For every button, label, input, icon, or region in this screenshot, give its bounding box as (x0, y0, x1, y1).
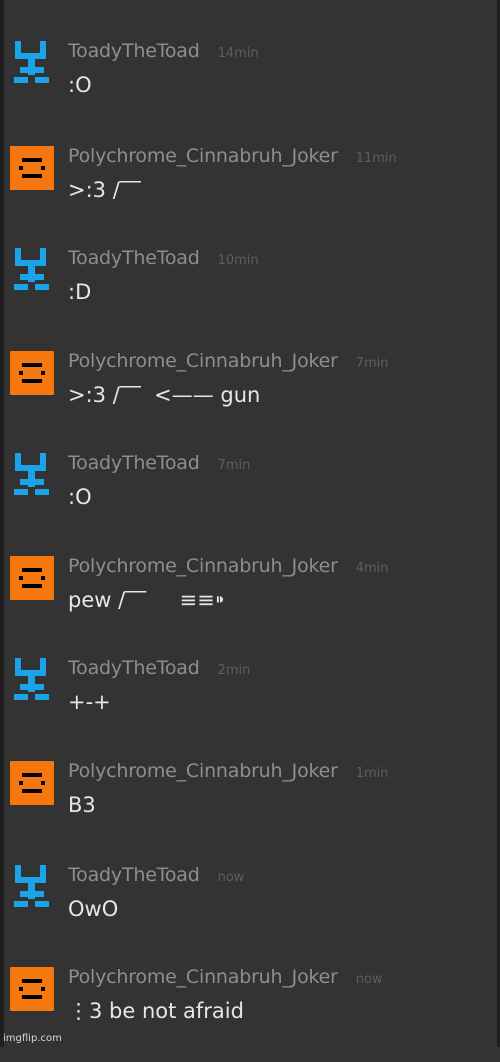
toad-avatar-icon[interactable] (10, 41, 54, 85)
timestamp: 11min (355, 151, 397, 166)
chat-message: ToadyTheToad 2min +-+ (0, 657, 500, 753)
username[interactable]: ToadyTheToad (68, 864, 200, 886)
message-text: +-+ (68, 690, 111, 714)
timestamp: 10min (217, 253, 259, 268)
joker-avatar-icon[interactable] (10, 556, 54, 600)
message-header: ToadyTheToad 14min (68, 40, 259, 64)
chat-message: Polychrome_Cinnabruh_Joker now ⋮3 be not a… (0, 966, 500, 1062)
chat-message: Polychrome_Cinnabruh_Joker 1min B3 (0, 760, 500, 856)
timestamp: 2min (217, 663, 251, 678)
message-header: Polychrome_Cinnabruh_Joker 4min (68, 555, 389, 579)
chat-message: Polychrome_Cinnabruh_Joker 4min pew /‾‾ ≡≡… (0, 555, 500, 651)
username[interactable]: Polychrome_Cinnabruh_Joker (68, 145, 338, 167)
timestamp: 14min (217, 46, 259, 61)
message-header: Polychrome_Cinnabruh_Joker now (68, 966, 383, 990)
timestamp: now (217, 870, 245, 885)
message-text: pew /‾‾ ≡≡⁍ (68, 588, 226, 612)
joker-avatar-icon[interactable] (10, 146, 54, 190)
username[interactable]: Polychrome_Cinnabruh_Joker (68, 555, 338, 577)
message-header: ToadyTheToad 7min (68, 452, 250, 476)
chat-message: Polychrome_Cinnabruh_Joker 7min >:3 /‾‾ <—… (0, 350, 500, 446)
imgflip-watermark: imgflip.com (3, 1033, 62, 1044)
joker-avatar-icon[interactable] (10, 351, 54, 395)
message-header: ToadyTheToad 10min (68, 247, 259, 271)
message-text: :D (68, 280, 92, 304)
username[interactable]: ToadyTheToad (68, 40, 200, 62)
username[interactable]: Polychrome_Cinnabruh_Joker (68, 350, 338, 372)
timestamp: 7min (217, 458, 251, 473)
joker-avatar-icon[interactable] (10, 967, 54, 1011)
chat-message: ToadyTheToad 14min :O (0, 40, 500, 136)
timestamp: 1min (355, 766, 389, 781)
message-header: ToadyTheToad now (68, 864, 244, 888)
toad-avatar-icon[interactable] (10, 865, 54, 909)
message-text: B3 (68, 793, 96, 817)
message-header: Polychrome_Cinnabruh_Joker 1min (68, 760, 389, 784)
username[interactable]: ToadyTheToad (68, 247, 200, 269)
message-text: :O (68, 485, 92, 509)
message-text: ⋮3 be not afraid (68, 999, 244, 1023)
message-header: ToadyTheToad 2min (68, 657, 250, 681)
message-text: >:3 /‾‾ (68, 178, 141, 202)
username[interactable]: ToadyTheToad (68, 452, 200, 474)
chat-message: Polychrome_Cinnabruh_Joker 11min >:3 /‾‾ (0, 145, 500, 241)
toad-avatar-icon[interactable] (10, 453, 54, 497)
timestamp: now (355, 972, 383, 987)
chat-message: ToadyTheToad 10min :D (0, 247, 500, 343)
toad-avatar-icon[interactable] (10, 658, 54, 702)
username[interactable]: ToadyTheToad (68, 657, 200, 679)
message-header: Polychrome_Cinnabruh_Joker 11min (68, 145, 397, 169)
chat-message: ToadyTheToad 7min :O (0, 452, 500, 548)
message-text: >:3 /‾‾ <—— gun (68, 383, 261, 407)
chat-message: ToadyTheToad now OwO (0, 864, 500, 960)
message-text: :O (68, 73, 92, 97)
joker-avatar-icon[interactable] (10, 761, 54, 805)
message-text: OwO (68, 897, 119, 921)
username[interactable]: Polychrome_Cinnabruh_Joker (68, 966, 338, 988)
username[interactable]: Polychrome_Cinnabruh_Joker (68, 760, 338, 782)
toad-avatar-icon[interactable] (10, 248, 54, 292)
timestamp: 7min (355, 356, 389, 371)
message-header: Polychrome_Cinnabruh_Joker 7min (68, 350, 389, 374)
timestamp: 4min (355, 561, 389, 576)
